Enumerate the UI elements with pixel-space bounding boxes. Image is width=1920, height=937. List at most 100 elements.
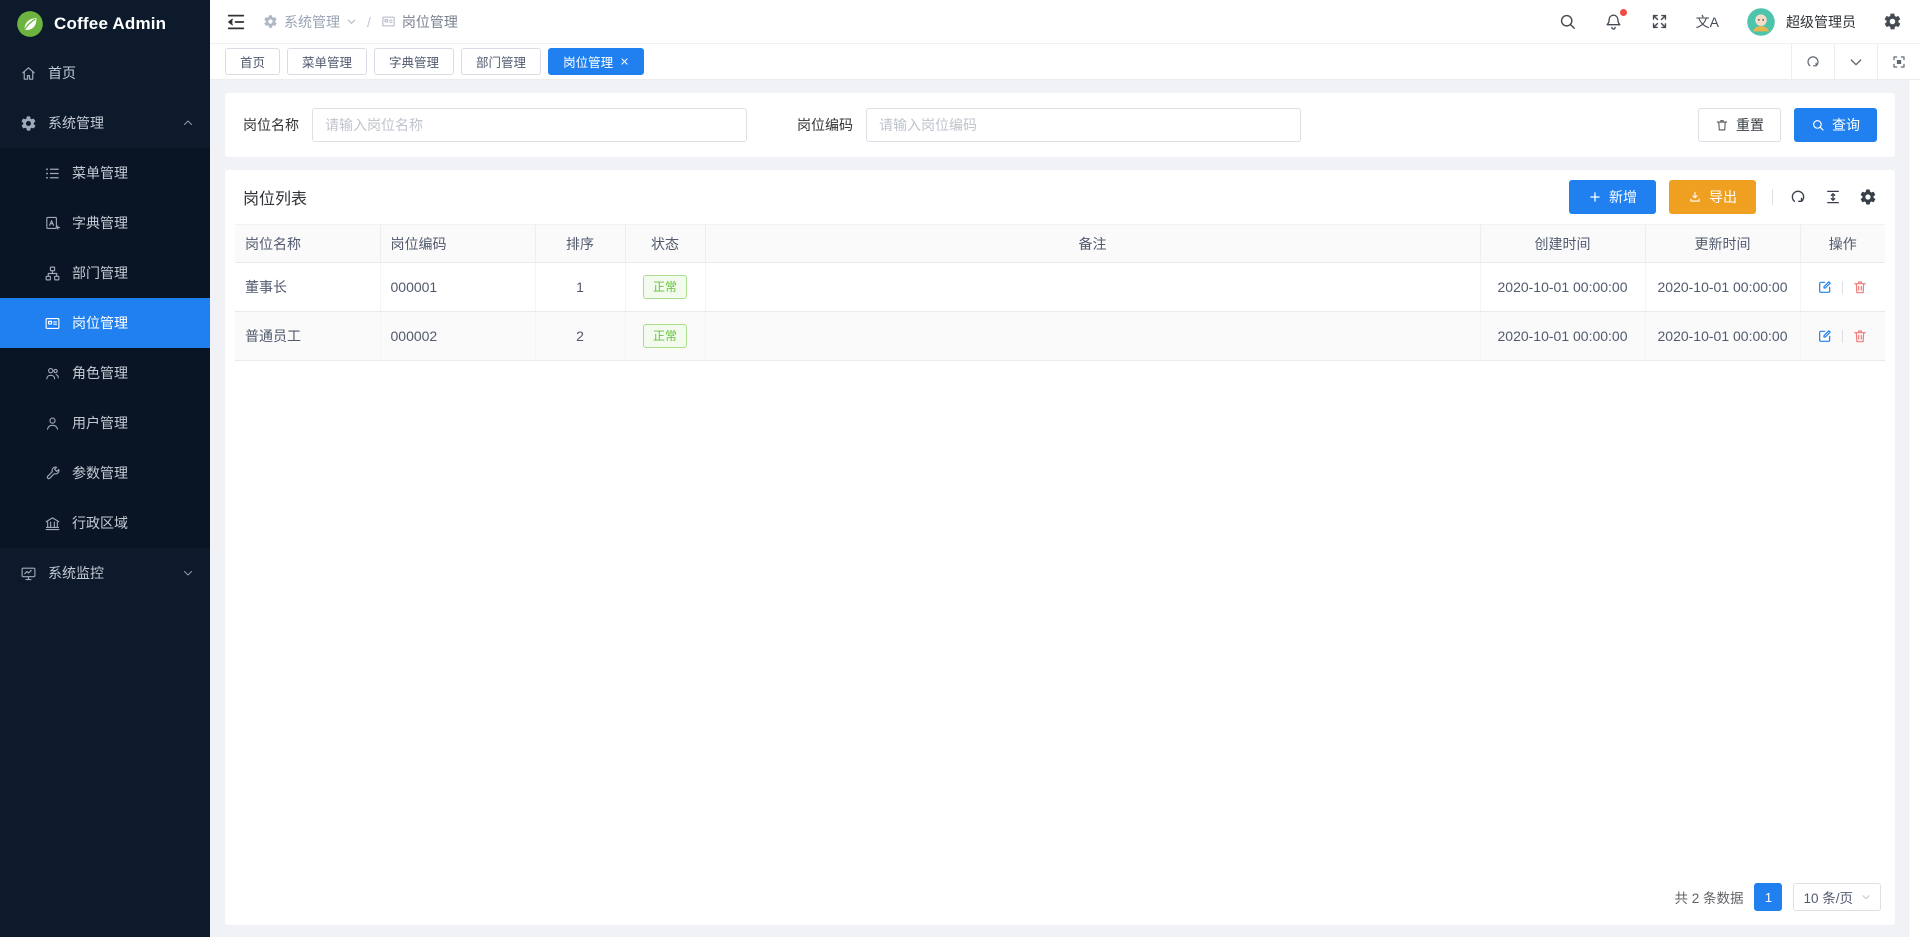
dictionary-icon [44, 215, 61, 232]
close-icon[interactable] [620, 57, 629, 66]
scrollbar[interactable] [1908, 80, 1920, 937]
cell-create-time: 2020-10-01 00:00:00 [1480, 263, 1645, 312]
query-button[interactable]: 查询 [1794, 108, 1877, 142]
cell-sort: 2 [535, 312, 625, 361]
id-badge-icon [381, 14, 396, 29]
translate-icon[interactable]: 文A [1696, 15, 1719, 29]
post-list-card: 岗位列表 新增 导出 [225, 170, 1895, 925]
post-name-input[interactable] [312, 108, 747, 142]
tab-dict-mgmt[interactable]: 字典管理 [374, 48, 454, 75]
tab-dept-mgmt[interactable]: 部门管理 [461, 48, 541, 75]
sidebar-item-label: 字典管理 [72, 213, 128, 233]
tab-label: 部门管理 [476, 52, 526, 71]
sidebar-item-menu-mgmt[interactable]: 菜单管理 [0, 148, 210, 198]
menu-list-icon [44, 165, 61, 182]
tab-home[interactable]: 首页 [225, 48, 280, 75]
card-title: 岗位列表 [243, 185, 307, 209]
menu-fold-icon[interactable] [225, 11, 247, 33]
monitor-icon [20, 565, 37, 582]
notification-dot [1620, 9, 1627, 16]
cell-update-time: 2020-10-01 00:00:00 [1645, 263, 1800, 312]
refresh-icon[interactable] [1789, 188, 1807, 206]
post-code-input[interactable] [866, 108, 1301, 142]
tabs-dropdown-icon[interactable] [1834, 44, 1877, 79]
sidebar-item-label: 菜单管理 [72, 163, 128, 183]
sidebar-item-user-mgmt[interactable]: 用户管理 [0, 398, 210, 448]
sidebar-item-system[interactable]: 系统管理 [0, 98, 210, 148]
delete-icon[interactable] [1852, 328, 1868, 344]
post-code-label: 岗位编码 [797, 115, 853, 135]
page-size-value: 10 条/页 [1803, 887, 1853, 907]
sidebar-item-monitor[interactable]: 系统监控 [0, 548, 210, 598]
search-icon[interactable] [1558, 12, 1577, 31]
pagination: 共 2 条数据 1 10 条/页 [235, 869, 1885, 925]
cell-remark [705, 263, 1480, 312]
sidebar-item-param-mgmt[interactable]: 参数管理 [0, 448, 210, 498]
col-remark: 备注 [705, 225, 1480, 263]
download-icon [1688, 190, 1702, 204]
page-1-button[interactable]: 1 [1754, 883, 1782, 911]
cell-operations [1800, 312, 1885, 361]
status-badge: 正常 [643, 324, 687, 348]
sidebar-item-home[interactable]: 首页 [0, 48, 210, 98]
reset-button[interactable]: 重置 [1698, 108, 1781, 142]
card-toolbar: 新增 导出 [1569, 180, 1877, 214]
edit-icon[interactable] [1817, 279, 1833, 295]
row-density-icon[interactable] [1824, 188, 1842, 206]
field-post-name: 岗位名称 [243, 108, 747, 142]
tabbar: 首页 菜单管理 字典管理 部门管理 岗位管理 [210, 44, 1920, 80]
sidebar-item-admin-region[interactable]: 行政区域 [0, 498, 210, 548]
app-root: Coffee Admin 首页 系统管理 [0, 0, 1920, 937]
cell-post-code: 000001 [380, 263, 535, 312]
table-row: 董事长 000001 1 正常 2020-10-01 00:00:00 2020… [235, 263, 1885, 312]
sidebar-item-label: 角色管理 [72, 363, 128, 383]
col-sort: 排序 [535, 225, 625, 263]
sidebar-item-dept-mgmt[interactable]: 部门管理 [0, 248, 210, 298]
cell-status: 正常 [625, 263, 705, 312]
cell-operations [1800, 263, 1885, 312]
content-fullscreen-icon[interactable] [1877, 44, 1920, 79]
col-post-code: 岗位编码 [380, 225, 535, 263]
chevron-down-icon [182, 567, 194, 579]
operation-divider [1842, 281, 1843, 294]
tab-label: 岗位管理 [563, 52, 613, 71]
page-size-select[interactable]: 10 条/页 [1793, 883, 1881, 911]
sidebar-item-dict-mgmt[interactable]: 字典管理 [0, 198, 210, 248]
export-label: 导出 [1709, 187, 1737, 207]
field-post-code: 岗位编码 [797, 108, 1301, 142]
notification-bell-icon[interactable] [1604, 12, 1623, 31]
user-menu[interactable]: 超级管理员 [1746, 7, 1856, 37]
logo[interactable]: Coffee Admin [0, 0, 210, 48]
edit-icon[interactable] [1817, 328, 1833, 344]
tab-post-mgmt[interactable]: 岗位管理 [548, 48, 644, 75]
topbar: 系统管理 / 岗位管理 [210, 0, 1920, 44]
breadcrumb-item-system[interactable]: 系统管理 [263, 12, 357, 32]
sidebar-item-role-mgmt[interactable]: 角色管理 [0, 348, 210, 398]
settings-gear-icon[interactable] [1883, 12, 1902, 31]
user-icon [44, 415, 61, 432]
status-badge: 正常 [643, 275, 687, 299]
add-label: 新增 [1609, 187, 1637, 207]
id-badge-icon [44, 315, 61, 332]
reset-label: 重置 [1736, 115, 1764, 135]
tabs-refresh-icon[interactable] [1791, 44, 1834, 79]
export-button[interactable]: 导出 [1669, 180, 1756, 214]
operation-divider [1842, 330, 1843, 343]
bank-icon [44, 515, 61, 532]
breadcrumb-item-post: 岗位管理 [381, 12, 458, 32]
table-row: 普通员工 000002 2 正常 2020-10-01 00:00:00 202… [235, 312, 1885, 361]
cell-post-name: 普通员工 [235, 312, 380, 361]
topbar-actions: 文A 超级管理员 [1558, 7, 1902, 37]
trash-icon [1715, 118, 1729, 132]
fullscreen-icon[interactable] [1650, 12, 1669, 31]
cell-remark [705, 312, 1480, 361]
sidebar-item-post-mgmt[interactable]: 岗位管理 [0, 298, 210, 348]
breadcrumb-label: 系统管理 [284, 12, 340, 32]
sidebar-item-label: 行政区域 [72, 513, 128, 533]
page-tabs: 首页 菜单管理 字典管理 部门管理 岗位管理 [210, 44, 1791, 79]
add-button[interactable]: 新增 [1569, 180, 1656, 214]
cell-update-time: 2020-10-01 00:00:00 [1645, 312, 1800, 361]
column-settings-gear-icon[interactable] [1859, 188, 1877, 206]
tab-menu-mgmt[interactable]: 菜单管理 [287, 48, 367, 75]
delete-icon[interactable] [1852, 279, 1868, 295]
